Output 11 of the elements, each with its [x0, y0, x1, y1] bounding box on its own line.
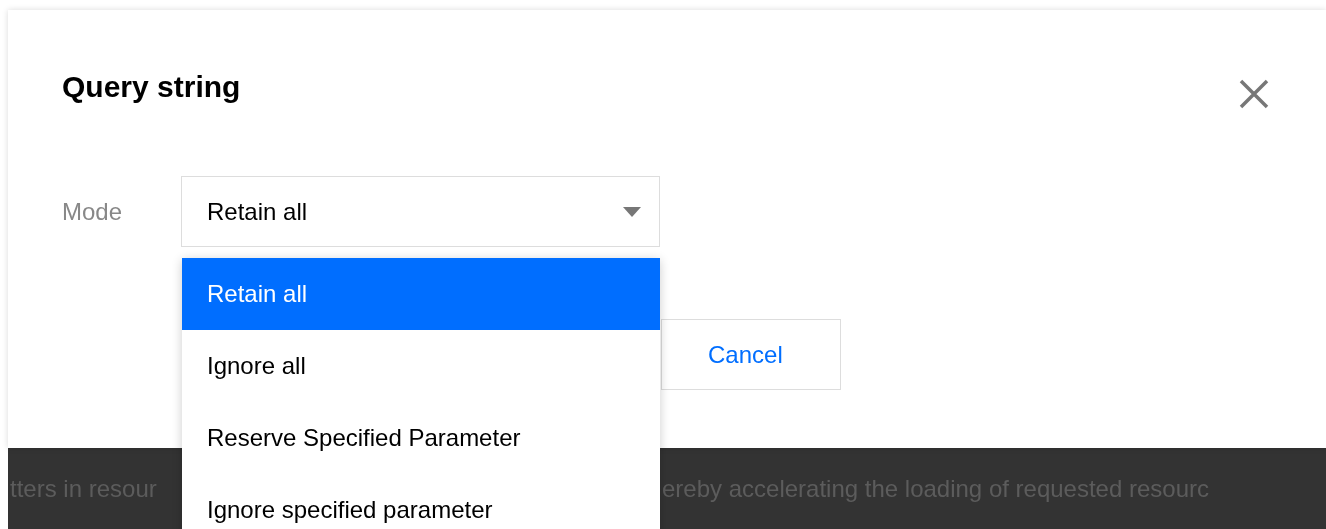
cancel-button[interactable]: Cancel	[661, 319, 841, 390]
dropdown-option[interactable]: Retain all	[182, 258, 660, 330]
close-button[interactable]	[1238, 78, 1270, 110]
mode-select[interactable]: Retain all	[181, 176, 660, 247]
caret-icon	[623, 206, 641, 217]
dropdown-option[interactable]: Reserve Specified Parameter	[182, 402, 660, 474]
field-label: Mode	[62, 196, 124, 227]
dropdown-option[interactable]: Ignore all	[182, 330, 660, 402]
close-icon	[1238, 78, 1270, 110]
dropdown-option[interactable]: Ignore specified parameter	[182, 474, 660, 529]
dialog-title: Query string	[62, 72, 241, 102]
